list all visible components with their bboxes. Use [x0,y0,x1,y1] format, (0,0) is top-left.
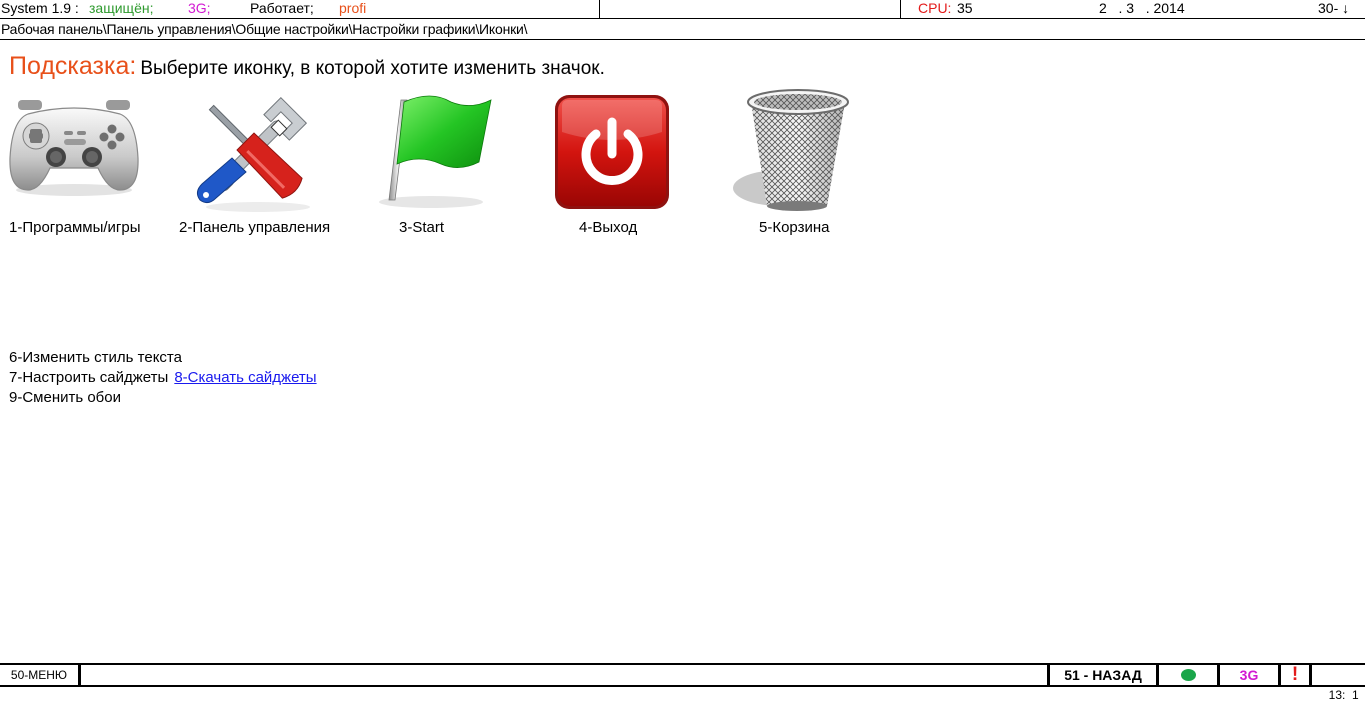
bottom-bar: 50-МЕНЮ 51 - НАЗАД 3G ! 13: 1 [0,663,1365,702]
network-indicator: 3G [1220,665,1278,685]
icon-tile-start[interactable]: 3-Start [365,88,500,238]
icon-tile-control-panel[interactable]: 2-Панель управления [175,88,350,238]
protection-status: защищён; [89,0,154,16]
icon-label-start: 3-Start [399,219,445,236]
network-label: 3G [1239,667,1259,683]
menu-item-sidgets: 7-Настроить сайджеты 8-Скачать сайджеты [9,368,317,388]
breadcrumb: Рабочая панель\Панель управления\Общие н… [0,19,1365,40]
menu-button-label: 50-МЕНЮ [10,668,68,682]
menu-button[interactable]: 50-МЕНЮ [0,665,78,685]
download-sidgets-link[interactable]: 8-Скачать сайджеты [174,369,316,386]
gamepad-icon [9,100,139,196]
status-bar: System 1.9 : защищён; 3G; Работает; prof… [0,0,1365,19]
status-indicator [1159,665,1217,685]
hint: Подсказка: Выберите иконку, в которой хот… [9,52,605,81]
divider [900,0,901,18]
menu-item-label: 6-Изменить стиль текста [9,349,182,366]
network-status: 3G; [188,0,211,16]
icon-tile-trash[interactable]: 5-Корзина [725,88,860,238]
cpu-label: CPU: [918,0,952,16]
power-button-icon [555,95,669,209]
work-status: Работает; [250,0,314,16]
breadcrumb-path: Рабочая панель\Панель управления\Общие н… [1,21,528,37]
clock: 13: 1 [1312,665,1362,702]
clock-time: 13: 1 [1328,688,1359,702]
menu-item-label: 9-Сменить обои [9,389,121,406]
cpu-value: 35 [957,0,973,16]
counter-arrow: 30- ↓ [1318,0,1350,16]
profile-name: profi [339,0,367,16]
divider [78,665,81,687]
configure-sidgets-item[interactable]: 7-Настроить сайджеты [9,369,168,386]
back-button-label: 51 - НАЗАД [1064,667,1142,683]
menu-item-wallpaper[interactable]: 9-Сменить обои [9,388,121,408]
green-flag-icon [379,95,492,208]
icon-tile-exit[interactable]: 4-Выход [545,88,680,238]
tools-icon [196,96,310,212]
hint-label: Подсказка: [9,52,137,80]
menu-item-text-style[interactable]: 6-Изменить стиль текста [9,348,182,368]
trash-bin-icon [733,89,849,211]
green-dot-icon [1180,669,1196,681]
icon-tile-programs[interactable]: 1-Программы/игры [0,88,150,238]
system-version: System 1.9 : [1,0,79,16]
back-button[interactable]: 51 - НАЗАД [1050,665,1156,685]
hint-text: Выберите иконку, в которой хотите измени… [140,58,605,79]
icon-label-control-panel: 2-Панель управления [179,219,331,236]
icon-label-exit: 4-Выход [579,219,638,236]
alert-label: ! [1291,664,1299,685]
divider [599,0,600,18]
alert-icon[interactable]: ! [1281,665,1309,685]
icon-label-programs: 1-Программы/игры [9,219,141,236]
date-display: 2 . 3 . 2014 [1099,0,1185,16]
icon-label-trash: 5-Корзина [759,219,830,236]
